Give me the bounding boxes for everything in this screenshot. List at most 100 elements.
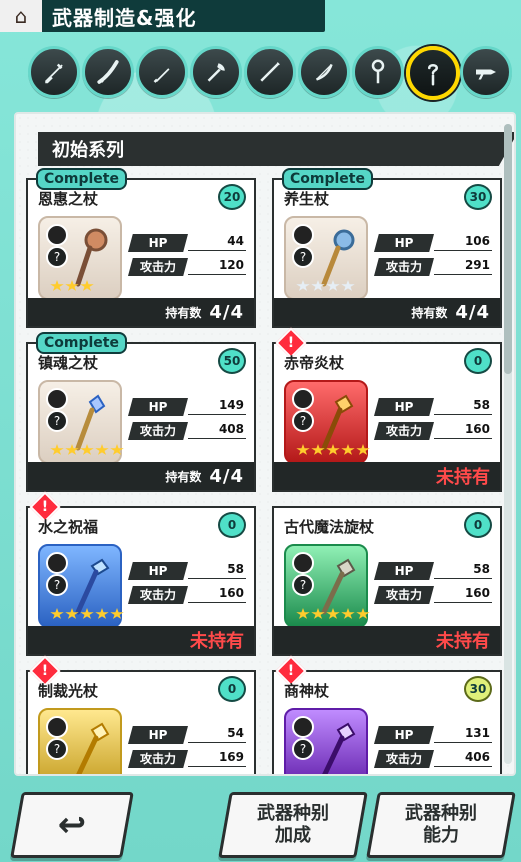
hp-value: 58: [227, 562, 244, 576]
weapon-art: ?: [38, 708, 122, 774]
hp-label: HP: [374, 398, 434, 416]
weapon-card[interactable]: Complete 养生杖 30 ? HP 106 攻击力 291 持有数 4/4: [272, 168, 502, 328]
stat-divider: [188, 274, 246, 275]
weapon-card[interactable]: 古代魔法旋杖 0 ? HP 58 攻击力 160 未持有: [272, 506, 502, 656]
back-button[interactable]: ↩: [10, 792, 134, 858]
stat-divider: [188, 414, 246, 415]
weapon-name: 古代魔法旋杖: [284, 518, 375, 536]
hp-label: HP: [374, 562, 434, 580]
ring-icon: [46, 224, 68, 246]
star-icon: [341, 280, 355, 291]
rod-type-icon: ?: [46, 246, 68, 268]
tab-sword[interactable]: [28, 46, 80, 98]
weapon-card[interactable]: ! 制裁光杖 0 ? HP 54 攻击力 169: [26, 655, 256, 774]
stat-divider: [188, 438, 246, 439]
staff-illustration-icon: [76, 722, 110, 774]
weapon-ability-button-inner: 武器种别 能力: [375, 795, 507, 855]
level-badge: 0: [464, 348, 492, 374]
atk-value: 408: [218, 422, 244, 436]
weapon-name: 镇魂之杖: [38, 354, 99, 372]
weapon-card[interactable]: Complete 恩惠之杖 20 ? HP 44 攻击力 120 持有数 4/4: [26, 168, 256, 328]
tab-katana[interactable]: [82, 46, 134, 98]
staff-icon: [371, 59, 385, 84]
hp-label: HP: [128, 726, 188, 744]
weapon-card[interactable]: ! 赤帝炎杖 0 ? HP 58 攻击力 160 未持有: [272, 327, 502, 492]
star-icon: [65, 444, 79, 455]
star-icon: [326, 608, 340, 619]
star-icon: [50, 280, 64, 291]
alert-icon: !: [287, 335, 295, 351]
rod-type-icon: ?: [46, 574, 68, 596]
weapon-card[interactable]: Complete 镇魂之杖 50 ? HP 149 攻击力 408 持有数 4/…: [26, 332, 256, 492]
weapon-ability-button[interactable]: 武器种别 能力: [366, 792, 516, 858]
hp-label: HP: [374, 234, 434, 252]
bow-icon: [316, 64, 333, 81]
weapon-card[interactable]: ! 水之祝福 0 ? HP 58 攻击力 160 未持有: [26, 491, 256, 656]
atk-label: 攻击力: [374, 258, 434, 276]
atk-value: 160: [218, 586, 244, 600]
stat-divider: [434, 742, 492, 743]
atk-value: 406: [464, 750, 490, 764]
level-badge: 0: [218, 676, 246, 702]
hp-value: 54: [227, 726, 244, 740]
alert-icon: !: [41, 499, 49, 515]
hp-value: 131: [464, 726, 490, 740]
atk-stat: 攻击力 160: [374, 586, 492, 604]
ring-icon: [292, 224, 314, 246]
stat-divider: [434, 438, 492, 439]
star-icon: [95, 608, 109, 619]
dark-element-icon: [292, 716, 314, 738]
tab-staff[interactable]: [352, 46, 404, 98]
weapon-bonus-button[interactable]: 武器种别 加成: [218, 792, 368, 858]
staff-illustration-icon: [75, 228, 108, 287]
staff-illustration-icon: [321, 394, 354, 451]
weapon-ability-line1: 武器种别: [405, 803, 477, 824]
star-icon: [326, 280, 340, 291]
star-icon: [341, 444, 355, 455]
sword-icon: [45, 63, 63, 84]
not-owned-label: 未持有: [436, 631, 490, 652]
atk-stat: 攻击力 408: [128, 422, 246, 440]
star-icon: [356, 444, 370, 455]
header-logo: ⌂: [0, 0, 42, 32]
star-icon: [311, 608, 325, 619]
weapon-card[interactable]: ! 商神杖 30 ? HP 131 攻击力 406: [272, 655, 502, 774]
star-icon: [80, 280, 94, 291]
owned-value: 4/4: [455, 301, 490, 323]
weapon-name: 赤帝炎杖: [284, 354, 345, 372]
tab-axe[interactable]: [190, 46, 242, 98]
weapon-art: ?: [284, 380, 370, 464]
scrollbar[interactable]: [504, 124, 512, 764]
hp-stat: HP 54: [128, 726, 246, 744]
atk-stat: 攻击力 406: [374, 750, 492, 768]
tab-spear[interactable]: [244, 46, 296, 98]
owned-value: 4/4: [209, 465, 244, 487]
stat-divider: [188, 742, 246, 743]
tab-dagger[interactable]: [136, 46, 188, 98]
star-icon: [95, 444, 109, 455]
tab-rod[interactable]: [406, 46, 460, 100]
rod-type-icon: ?: [292, 738, 314, 760]
scroll-thumb[interactable]: [504, 124, 512, 374]
staff-illustration-icon: [75, 394, 106, 451]
atk-stat: 攻击力 291: [374, 258, 492, 276]
atk-label: 攻击力: [374, 422, 434, 440]
alert-icon: !: [287, 663, 295, 679]
hp-stat: HP 131: [374, 726, 492, 744]
tab-bow[interactable]: [298, 46, 350, 98]
owned-label: 持有数: [165, 305, 202, 320]
logo-icon: ⌂: [14, 4, 28, 28]
hp-stat: HP 149: [128, 398, 246, 416]
tab-gun[interactable]: [460, 46, 512, 98]
weapon-bonus-line1: 武器种别: [257, 803, 329, 824]
hp-label: HP: [128, 234, 188, 252]
ring-icon: [46, 388, 68, 410]
atk-label: 攻击力: [128, 586, 188, 604]
weapon-bonus-line2: 加成: [275, 825, 311, 846]
hp-value: 149: [218, 398, 244, 412]
stat-divider: [434, 274, 492, 275]
level-badge: 0: [218, 512, 246, 538]
atk-value: 169: [218, 750, 244, 764]
stat-divider: [434, 250, 492, 251]
atk-stat: 攻击力 169: [128, 750, 246, 768]
